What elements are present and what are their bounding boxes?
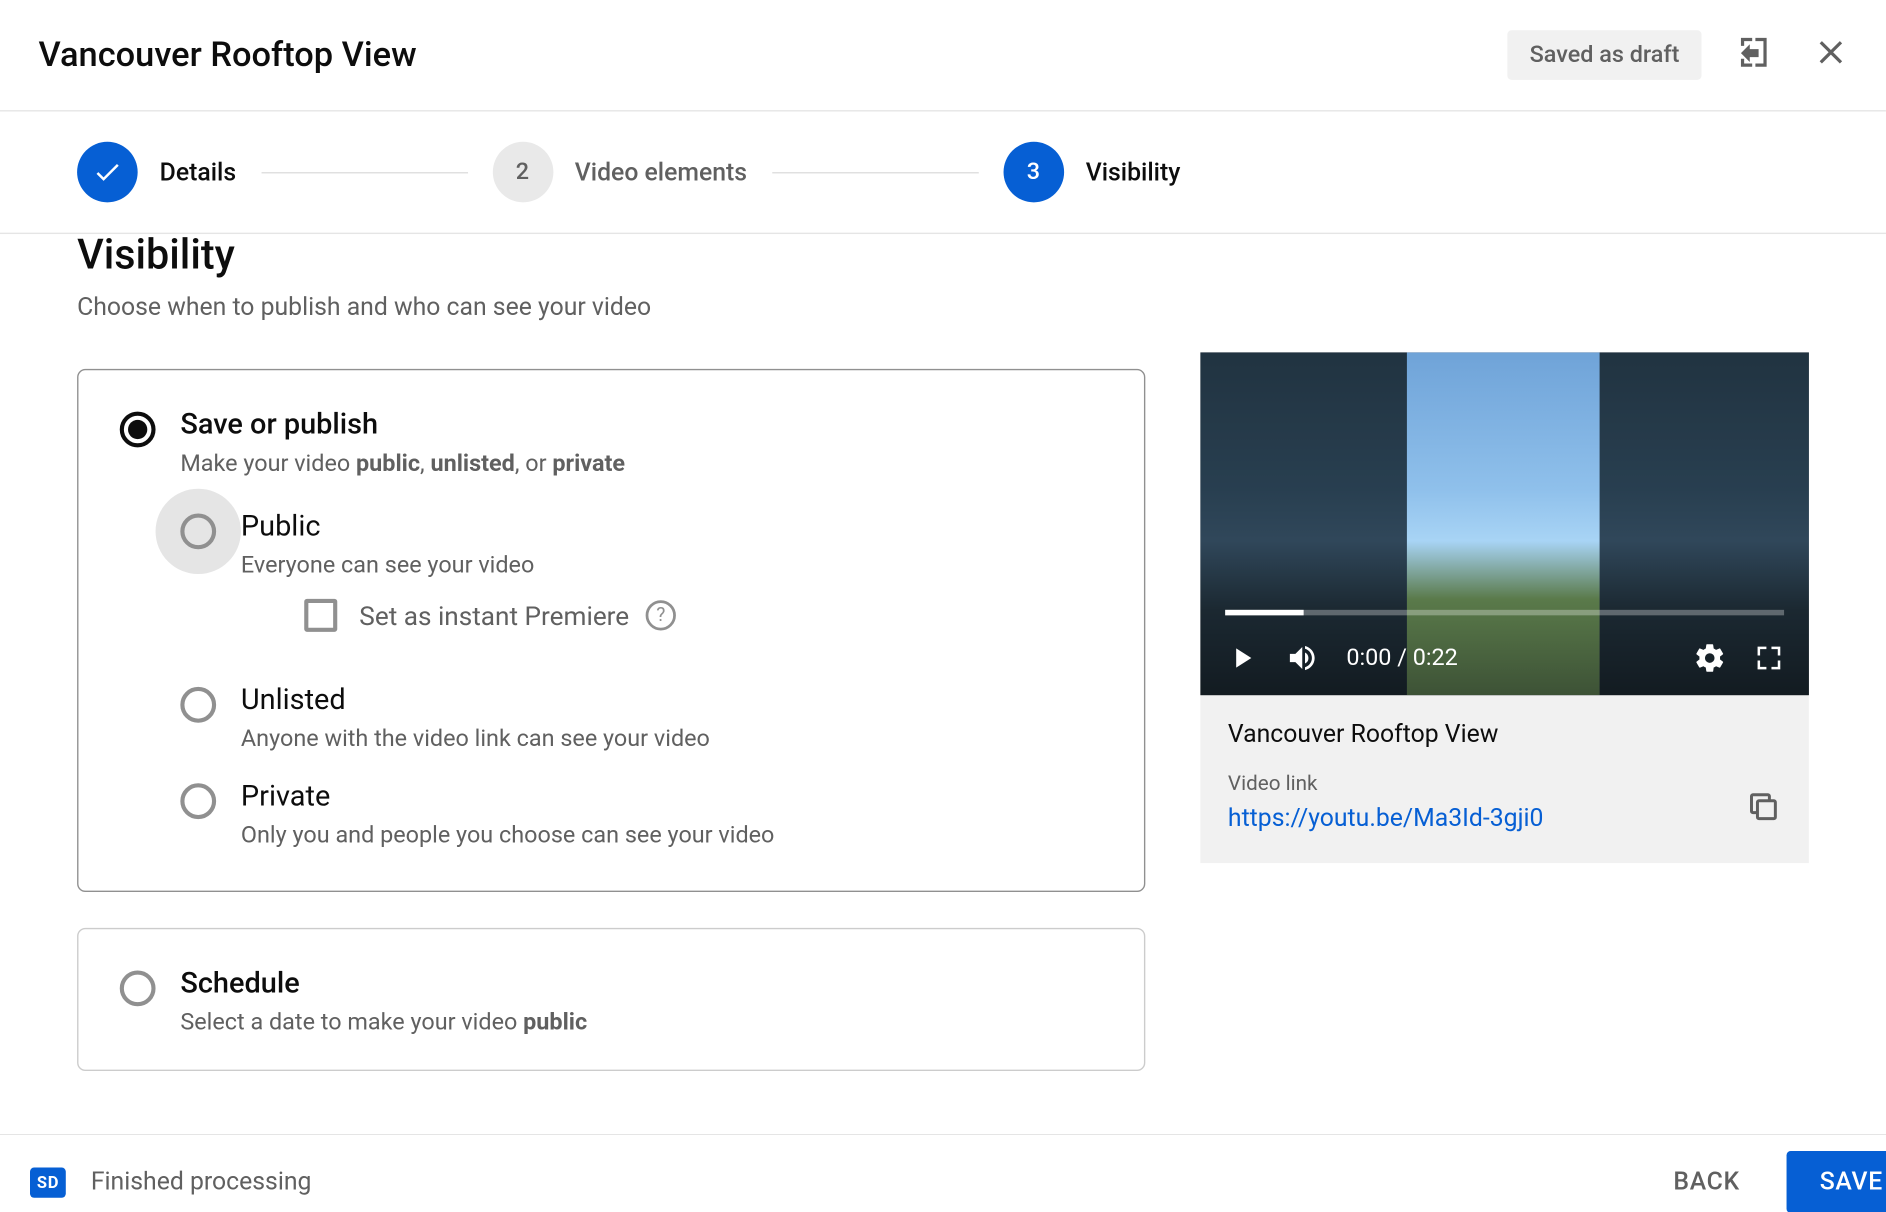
option-desc: Only you and people you choose can see y…	[241, 822, 774, 850]
copy-icon[interactable]	[1746, 789, 1782, 830]
option-desc: Select a date to make your video public	[180, 1009, 587, 1037]
save-button[interactable]: SAVE	[1787, 1151, 1886, 1212]
video-progress-bar[interactable]	[1225, 610, 1784, 616]
premiere-label: Set as instant Premiere	[359, 600, 629, 632]
save-or-publish-card: Save or publish Make your video public, …	[77, 369, 1145, 892]
radio-icon[interactable]	[120, 971, 156, 1007]
dialog-title: Vancouver Rooftop View	[39, 35, 1508, 75]
step-connector	[772, 171, 978, 172]
radio-icon[interactable]	[180, 513, 216, 549]
radio-selected-icon[interactable]	[120, 412, 156, 448]
dialog-footer: SD Finished processing BACK SAVE	[0, 1134, 1886, 1212]
fullscreen-icon[interactable]	[1754, 643, 1784, 673]
visibility-unlisted-option[interactable]: Unlisted Anyone with the video link can …	[180, 684, 1102, 753]
schedule-option[interactable]: Schedule Select a date to make your vide…	[120, 968, 1103, 1037]
video-title: Vancouver Rooftop View	[1228, 720, 1781, 749]
step-details[interactable]: Details	[77, 142, 236, 203]
option-title: Unlisted	[241, 684, 710, 717]
check-icon	[77, 142, 138, 203]
video-time: 0:00 / 0:22	[1346, 644, 1458, 672]
option-desc: Everyone can see your video	[241, 552, 676, 580]
option-title: Public	[241, 511, 676, 544]
section-title: Visibility	[77, 234, 1145, 279]
close-icon[interactable]	[1812, 33, 1851, 77]
dialog-header: Vancouver Rooftop View Saved as draft	[0, 0, 1886, 112]
step-video-elements[interactable]: 2 Video elements	[492, 142, 747, 203]
step-number: 3	[1003, 142, 1064, 203]
volume-icon[interactable]	[1286, 641, 1319, 674]
radio-icon[interactable]	[180, 783, 216, 819]
back-button[interactable]: BACK	[1643, 1151, 1770, 1212]
step-label: Details	[160, 158, 236, 187]
option-title: Schedule	[180, 968, 587, 1001]
saved-as-draft-badge: Saved as draft	[1508, 30, 1702, 80]
processing-status: Finished processing	[91, 1168, 1643, 1197]
play-icon[interactable]	[1225, 641, 1258, 674]
option-desc: Anyone with the video link can see your …	[241, 725, 710, 753]
premiere-checkbox[interactable]	[304, 599, 337, 632]
settings-gear-icon[interactable]	[1693, 641, 1726, 674]
option-title: Private	[241, 781, 774, 814]
option-title: Save or publish	[180, 409, 625, 442]
video-link-label: Video link	[1228, 771, 1729, 796]
save-or-publish-option[interactable]: Save or publish Make your video public, …	[120, 409, 1103, 478]
option-desc: Make your video public, unlisted, or pri…	[180, 450, 625, 478]
exit-icon[interactable]	[1735, 33, 1774, 77]
sd-badge: SD	[30, 1167, 66, 1197]
video-link[interactable]: https://youtu.be/Ma3Id-3gji0	[1228, 804, 1729, 833]
help-icon[interactable]: ?	[646, 600, 676, 630]
step-visibility[interactable]: 3 Visibility	[1003, 142, 1180, 203]
video-metadata: Vancouver Rooftop View Video link https:…	[1200, 695, 1808, 863]
video-player[interactable]: 0:00 / 0:22	[1200, 352, 1808, 695]
section-subtitle: Choose when to publish and who can see y…	[77, 293, 1145, 322]
step-label: Video elements	[575, 158, 747, 187]
radio-icon[interactable]	[180, 687, 216, 723]
stepper: Details 2 Video elements 3 Visibility	[0, 112, 1886, 235]
step-label: Visibility	[1086, 158, 1181, 187]
visibility-public-option[interactable]: Public Everyone can see your video Set a…	[180, 511, 1102, 657]
schedule-card: Schedule Select a date to make your vide…	[77, 928, 1145, 1071]
visibility-private-option[interactable]: Private Only you and people you choose c…	[180, 781, 1102, 850]
step-connector	[261, 171, 467, 172]
step-number: 2	[492, 142, 553, 203]
